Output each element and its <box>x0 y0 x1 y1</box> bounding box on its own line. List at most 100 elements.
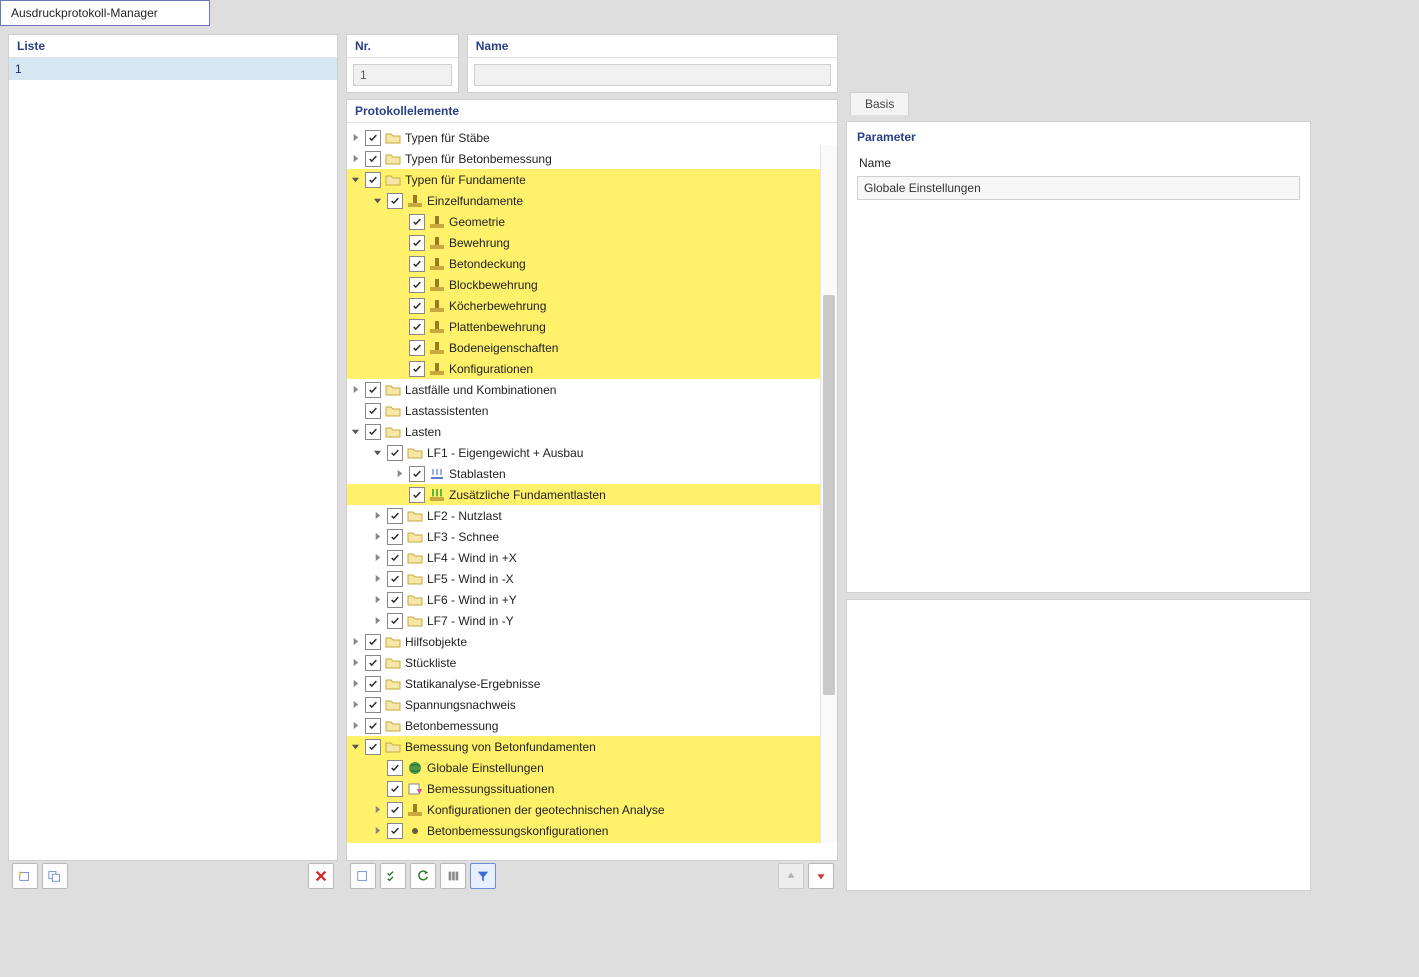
checkbox[interactable] <box>409 214 425 230</box>
liste-body[interactable]: 1 <box>9 58 337 848</box>
tree-row[interactable]: Lasten <box>347 421 837 442</box>
new-page-button[interactable] <box>350 863 376 889</box>
tree-row[interactable]: Konfigurationen <box>347 358 837 379</box>
chevron-icon[interactable] <box>347 741 363 753</box>
tree-row[interactable]: Köcherbewehrung <box>347 295 837 316</box>
filter-button[interactable] <box>470 863 496 889</box>
checkbox[interactable] <box>387 508 403 524</box>
chevron-icon[interactable] <box>347 132 363 144</box>
parameter-name-value[interactable]: Globale Einstellungen <box>857 176 1300 200</box>
tree-row[interactable]: Typen für Stäbe <box>347 127 837 148</box>
tab-basis[interactable]: Basis <box>850 92 909 115</box>
tree-row[interactable]: Bewehrung <box>347 232 837 253</box>
checkbox[interactable] <box>409 277 425 293</box>
checkbox[interactable] <box>365 382 381 398</box>
checkbox[interactable] <box>387 823 403 839</box>
tree-row[interactable]: Typen für Betonbemessung <box>347 148 837 169</box>
checkbox[interactable] <box>365 172 381 188</box>
chevron-icon[interactable] <box>347 153 363 165</box>
tree-row[interactable]: Stückliste <box>347 652 837 673</box>
checkbox[interactable] <box>387 571 403 587</box>
chevron-icon[interactable] <box>347 384 363 396</box>
checkbox[interactable] <box>387 592 403 608</box>
chevron-icon[interactable] <box>347 720 363 732</box>
chevron-icon[interactable] <box>369 552 385 564</box>
checkbox[interactable] <box>409 235 425 251</box>
tree-row[interactable]: Hilfsobjekte <box>347 631 837 652</box>
chevron-icon[interactable] <box>369 615 385 627</box>
duplicate-button[interactable] <box>42 863 68 889</box>
tree-row[interactable]: LF7 - Wind in -Y <box>347 610 837 631</box>
checkbox[interactable] <box>365 130 381 146</box>
move-down-button[interactable] <box>808 863 834 889</box>
delete-button[interactable] <box>308 863 334 889</box>
chevron-icon[interactable] <box>369 447 385 459</box>
tree-row[interactable]: Betonbemessung <box>347 715 837 736</box>
chevron-icon[interactable] <box>369 804 385 816</box>
tree-row[interactable]: LF5 - Wind in -X <box>347 568 837 589</box>
tree-row[interactable]: LF6 - Wind in +Y <box>347 589 837 610</box>
checkbox[interactable] <box>365 718 381 734</box>
tree-row[interactable]: Plattenbewehrung <box>347 316 837 337</box>
checkbox[interactable] <box>409 340 425 356</box>
checkbox[interactable] <box>387 445 403 461</box>
checkbox[interactable] <box>409 256 425 272</box>
chevron-icon[interactable] <box>369 510 385 522</box>
tree-row[interactable]: LF2 - Nutzlast <box>347 505 837 526</box>
checkbox[interactable] <box>409 466 425 482</box>
tree-row[interactable]: Geometrie <box>347 211 837 232</box>
checkbox[interactable] <box>365 697 381 713</box>
chevron-icon[interactable] <box>369 573 385 585</box>
checkbox[interactable] <box>387 529 403 545</box>
tree-row[interactable]: Bemessung von Betonfundamenten <box>347 736 837 757</box>
checkbox[interactable] <box>365 676 381 692</box>
tree-row[interactable]: Bemessungssituationen <box>347 778 837 799</box>
tree-row[interactable]: Betonbemessungskonfigurationen <box>347 820 837 841</box>
tree-row[interactable]: Spannungsnachweis <box>347 694 837 715</box>
checkbox[interactable] <box>409 319 425 335</box>
checkbox[interactable] <box>387 760 403 776</box>
checkbox[interactable] <box>365 655 381 671</box>
checkbox[interactable] <box>387 550 403 566</box>
chevron-icon[interactable] <box>347 657 363 669</box>
tree-row[interactable]: Einzelfundamente <box>347 190 837 211</box>
checkbox[interactable] <box>409 361 425 377</box>
checkbox[interactable] <box>387 613 403 629</box>
protokoll-body[interactable]: Typen für StäbeTypen für BetonbemessungT… <box>347 123 837 843</box>
checkbox[interactable] <box>409 487 425 503</box>
tree-row[interactable]: Stablasten <box>347 463 837 484</box>
new-item-button[interactable] <box>12 863 38 889</box>
tree-row[interactable]: Globale Einstellungen <box>347 757 837 778</box>
nr-value[interactable]: 1 <box>353 64 452 86</box>
tree-row[interactable]: Konfigurationen der geotechnischen Analy… <box>347 799 837 820</box>
tree-row[interactable]: LF1 - Eigengewicht + Ausbau <box>347 442 837 463</box>
chevron-icon[interactable] <box>391 468 407 480</box>
name-value[interactable] <box>474 64 831 86</box>
tree-row[interactable]: Lastassistenten <box>347 400 837 421</box>
checkbox[interactable] <box>365 739 381 755</box>
tree-row[interactable]: Bodeneigenschaften <box>347 337 837 358</box>
tree-row[interactable]: Statikanalyse-Ergebnisse <box>347 673 837 694</box>
chevron-icon[interactable] <box>347 699 363 711</box>
tree-row[interactable]: Lastfälle und Kombinationen <box>347 379 837 400</box>
list-settings-button[interactable] <box>440 863 466 889</box>
liste-row[interactable]: 1 <box>9 58 337 80</box>
scroll-thumb[interactable] <box>823 295 835 695</box>
checkbox[interactable] <box>365 403 381 419</box>
tree-row[interactable]: Zusätzliche Fundamentlasten <box>347 484 837 505</box>
chevron-icon[interactable] <box>347 678 363 690</box>
tree-row[interactable]: LF4 - Wind in +X <box>347 547 837 568</box>
chevron-icon[interactable] <box>369 531 385 543</box>
chevron-icon[interactable] <box>369 825 385 837</box>
chevron-icon[interactable] <box>369 195 385 207</box>
chevron-icon[interactable] <box>369 594 385 606</box>
checkbox[interactable] <box>387 193 403 209</box>
move-up-button[interactable] <box>778 863 804 889</box>
checkbox[interactable] <box>365 424 381 440</box>
checkbox[interactable] <box>365 151 381 167</box>
chevron-icon[interactable] <box>347 636 363 648</box>
tree-row[interactable]: Ergebnisse <box>347 841 837 843</box>
tree-row[interactable]: Blockbewehrung <box>347 274 837 295</box>
chevron-icon[interactable] <box>347 174 363 186</box>
tree-row[interactable]: Typen für Fundamente <box>347 169 837 190</box>
